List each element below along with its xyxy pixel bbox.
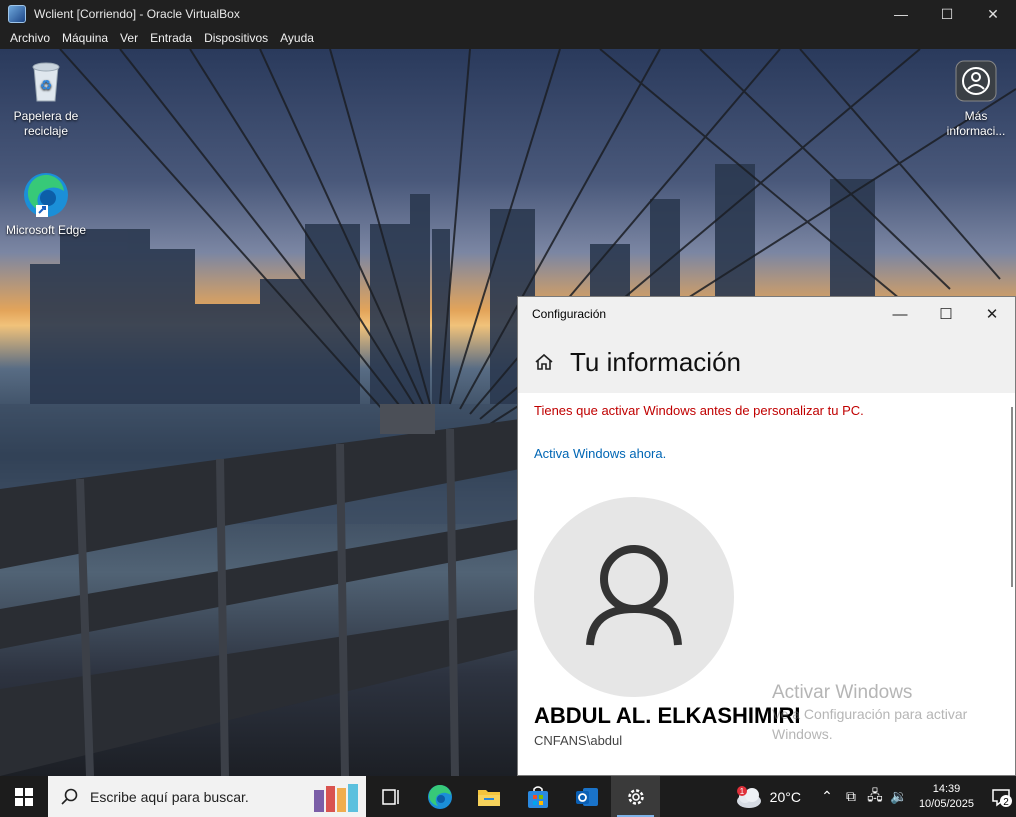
menu-dispositivos[interactable]: Dispositivos — [198, 28, 274, 49]
network-icon[interactable]: 🖧 — [863, 785, 887, 809]
network-settings-icon[interactable]: ⧉ — [839, 788, 863, 805]
host-minimize-button[interactable]: — — [878, 0, 924, 28]
settings-minimize-button[interactable]: — — [877, 297, 923, 331]
menu-entrada[interactable]: Entrada — [144, 28, 198, 49]
settings-maximize-button[interactable]: ☐ — [923, 297, 969, 331]
desktop-icon-label: Papelera de reciclaje — [13, 109, 79, 138]
menu-ayuda[interactable]: Ayuda — [274, 28, 320, 49]
store-icon — [527, 785, 548, 808]
desktop-icon-recycle-bin[interactable]: ♻ Papelera de reciclaje — [4, 57, 88, 139]
user-account: CNFANS\abdul — [534, 733, 623, 748]
host-maximize-button[interactable]: ☐ — [924, 0, 970, 28]
weather-badge: 1 — [739, 787, 744, 796]
taskbar-outlook-button[interactable] — [562, 776, 611, 817]
weather-temp: 20°C — [769, 788, 801, 805]
activation-warning: Tienes que activar Windows antes de pers… — [534, 403, 864, 418]
volume-icon[interactable]: 🔉 — [887, 788, 911, 805]
system-tray: 1 20°C ⌃ ⧉ 🖧 🔉 14:39 10/05/2025 2 — [734, 776, 1016, 817]
task-view-button[interactable] — [366, 776, 415, 817]
edge-icon — [22, 171, 70, 219]
notification-count: 2 — [1003, 797, 1009, 808]
search-placeholder: Escribe aquí para buscar. — [90, 788, 249, 805]
info-camera-icon — [952, 57, 1000, 105]
virtualbox-icon — [8, 5, 26, 23]
recycle-bin-icon: ♻ — [22, 57, 70, 105]
file-explorer-icon — [477, 789, 500, 806]
windows-logo-icon — [15, 787, 33, 806]
activate-windows-link[interactable]: Activa Windows ahora. — [534, 446, 666, 461]
taskbar-edge-button[interactable] — [415, 776, 464, 817]
weather-widget[interactable]: 1 20°C — [734, 784, 801, 810]
taskbar: Escribe aquí para buscar. 1 20°C ⌃ ⧉ 🖧 🔉… — [0, 776, 1016, 817]
watermark-title: Activar Windows — [772, 682, 913, 703]
desktop-icon-label: Microsoft Edge — [5, 223, 87, 237]
outlook-icon — [575, 787, 598, 806]
user-name: ABDUL AL. ELKASHIMIRI — [534, 703, 801, 728]
taskbar-file-explorer-button[interactable] — [464, 776, 513, 817]
menu-maquina[interactable]: Máquina — [56, 28, 114, 49]
settings-header: Tu información — [518, 331, 1015, 393]
desktop-icon-edge[interactable]: Microsoft Edge — [4, 171, 88, 238]
start-button[interactable] — [0, 776, 48, 817]
chevron-up-icon[interactable]: ⌃ — [815, 788, 839, 805]
taskbar-store-button[interactable] — [513, 776, 562, 817]
search-icon — [61, 788, 78, 805]
host-menu-bar: Archivo Máquina Ver Entrada Dispositivos… — [0, 28, 1016, 49]
edge-icon — [427, 784, 452, 809]
menu-archivo[interactable]: Archivo — [4, 28, 56, 49]
settings-icon — [627, 788, 644, 805]
clock[interactable]: 14:39 10/05/2025 — [919, 782, 974, 812]
host-window-title: Wclient [Corriendo] - Oracle VirtualBox — [34, 7, 240, 21]
svg-text:♻: ♻ — [40, 77, 53, 93]
menu-ver[interactable]: Ver — [114, 28, 144, 49]
task-view-icon — [381, 788, 399, 805]
desktop-icon-label: Más informaci... — [946, 109, 1006, 138]
taskbar-settings-button[interactable] — [611, 776, 660, 817]
notification-icon: 2 — [992, 788, 1012, 808]
user-icon — [586, 545, 682, 646]
desktop-icon-more-info[interactable]: Más informaci... — [934, 57, 1016, 139]
activation-watermark: Activar Windows Ve a Configuración para … — [772, 682, 1012, 744]
settings-close-button[interactable]: ✕ — [969, 297, 1015, 331]
host-close-button[interactable]: ✕ — [970, 0, 1016, 28]
host-title-bar: Wclient [Corriendo] - Oracle VirtualBox … — [0, 0, 1016, 28]
settings-window-title: Configuración — [532, 307, 607, 321]
search-box[interactable]: Escribe aquí para buscar. — [48, 776, 366, 817]
home-icon[interactable] — [534, 352, 554, 372]
clock-time: 14:39 — [932, 782, 961, 795]
settings-scrollbar[interactable] — [1011, 407, 1013, 587]
clock-date: 10/05/2025 — [918, 797, 974, 810]
watermark-subtitle: Ve a Configuración para activar Windows. — [772, 706, 968, 742]
settings-title-bar[interactable]: Configuración — ☐ ✕ — [518, 297, 1015, 331]
page-title: Tu información — [570, 346, 741, 377]
avatar — [534, 497, 734, 697]
notification-center-button[interactable]: 2 — [986, 776, 1016, 817]
search-highlight-books-icon — [314, 783, 358, 812]
cloud-icon: 1 — [736, 785, 761, 808]
